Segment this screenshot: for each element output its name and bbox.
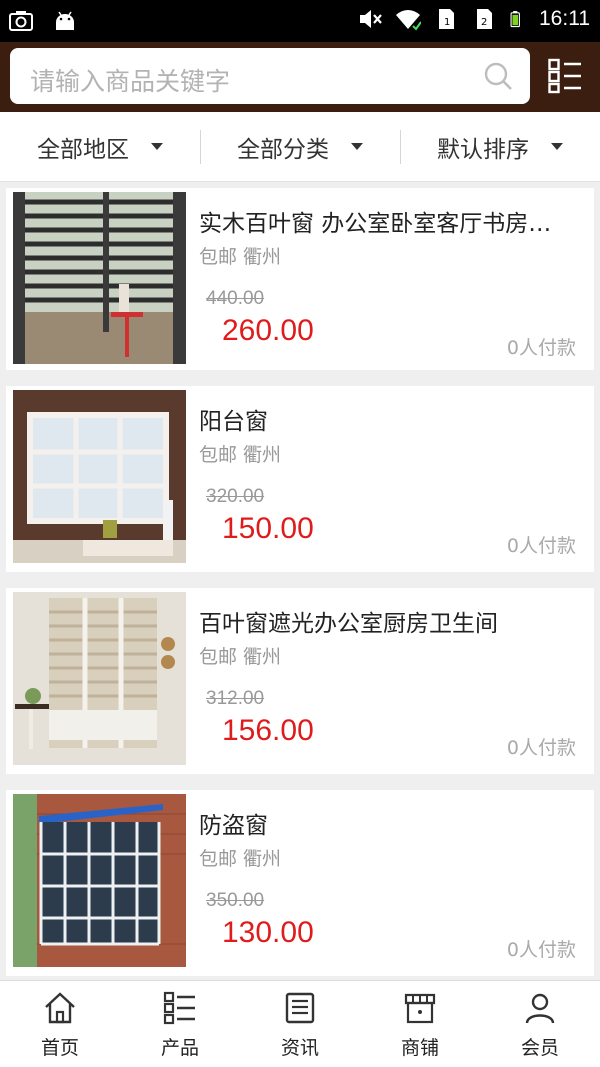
product-image xyxy=(13,192,186,364)
product-meta: 包邮 衢州 xyxy=(199,246,282,268)
tab-store[interactable]: 商铺 xyxy=(360,981,480,1067)
search-icon[interactable] xyxy=(482,60,514,92)
product-grid-icon xyxy=(163,991,195,1025)
android-icon xyxy=(56,11,74,30)
product-title: 防盗窗 xyxy=(199,813,268,839)
tab-home-label: 首页 xyxy=(40,1037,79,1059)
sales-count: 0人付款 xyxy=(506,737,576,759)
filter-region[interactable]: 全部地区 xyxy=(0,112,200,181)
sale-price: 260.00 xyxy=(222,314,314,347)
svg-text:1: 1 xyxy=(444,17,450,28)
product-image xyxy=(13,794,186,967)
original-price: 312.00 xyxy=(206,688,265,709)
original-price: 350.00 xyxy=(206,890,265,911)
product-meta: 包邮 衢州 xyxy=(199,646,282,668)
sales-count: 0人付款 xyxy=(506,535,576,557)
product-title: 阳台窗 xyxy=(199,409,268,435)
sale-price: 150.00 xyxy=(222,512,314,545)
header-bar: 请输入商品关键字 xyxy=(0,42,600,112)
screenshot-icon xyxy=(9,11,33,31)
product-title: 实木百叶窗 办公室卧室客厅书房… xyxy=(199,211,552,237)
dropdown-arrow-icon xyxy=(551,143,563,150)
sales-count: 0人付款 xyxy=(506,939,576,961)
dropdown-arrow-icon xyxy=(151,143,163,150)
product-title: 百叶窗遮光办公室厨房卫生间 xyxy=(199,611,498,637)
product-card[interactable]: 防盗窗 包邮 衢州 350.00 130.00 0人付款 xyxy=(6,790,594,976)
home-icon xyxy=(45,992,75,1024)
filter-sort[interactable]: 默认排序 xyxy=(400,112,600,181)
sim2-icon: 2 xyxy=(477,9,492,29)
store-icon xyxy=(404,993,436,1024)
bottom-tab-bar: 首页 产品 资讯 商铺 会员 xyxy=(0,980,600,1067)
grid-list-icon[interactable] xyxy=(548,58,582,94)
tab-products[interactable]: 产品 xyxy=(120,981,240,1067)
wifi-icon xyxy=(396,10,421,31)
filter-region-label: 全部地区 xyxy=(37,136,129,163)
dropdown-arrow-icon xyxy=(351,143,363,150)
product-image xyxy=(13,592,186,765)
tab-member[interactable]: 会员 xyxy=(480,981,600,1067)
product-card[interactable]: 实木百叶窗 办公室卧室客厅书房… 包邮 衢州 440.00 260.00 0人付… xyxy=(6,188,594,370)
product-card[interactable]: 阳台窗 包邮 衢州 320.00 150.00 0人付款 xyxy=(6,386,594,572)
sale-price: 156.00 xyxy=(222,714,314,747)
filter-sort-label: 默认排序 xyxy=(437,136,529,163)
sim1-icon: 1 xyxy=(439,9,454,29)
status-bar: 1 2 16:11 xyxy=(0,0,600,42)
news-icon xyxy=(285,992,315,1024)
product-meta: 包邮 衢州 xyxy=(199,444,282,466)
tab-member-label: 会员 xyxy=(520,1037,559,1059)
tab-news[interactable]: 资讯 xyxy=(240,981,360,1067)
battery-icon xyxy=(510,11,520,28)
mute-icon xyxy=(360,10,382,28)
tab-store-label: 商铺 xyxy=(400,1037,439,1059)
tab-home[interactable]: 首页 xyxy=(0,981,120,1067)
sale-price: 130.00 xyxy=(222,916,314,949)
filter-category-label: 全部分类 xyxy=(237,136,329,163)
tab-news-label: 资讯 xyxy=(280,1037,319,1059)
product-card[interactable]: 百叶窗遮光办公室厨房卫生间 包邮 衢州 312.00 156.00 0人付款 xyxy=(6,588,594,774)
svg-text:2: 2 xyxy=(481,17,487,28)
clock: 16:11 xyxy=(539,7,590,30)
member-icon xyxy=(525,993,555,1024)
product-image xyxy=(13,390,186,563)
original-price: 320.00 xyxy=(206,486,265,507)
filter-category[interactable]: 全部分类 xyxy=(200,112,400,181)
search-box[interactable]: 请输入商品关键字 xyxy=(10,48,530,104)
original-price: 440.00 xyxy=(206,288,265,309)
product-meta: 包邮 衢州 xyxy=(199,848,282,870)
tab-products-label: 产品 xyxy=(160,1037,199,1059)
sales-count: 0人付款 xyxy=(506,337,576,359)
search-placeholder: 请输入商品关键字 xyxy=(30,67,231,96)
filter-bar: 全部地区 全部分类 默认排序 xyxy=(0,112,600,182)
